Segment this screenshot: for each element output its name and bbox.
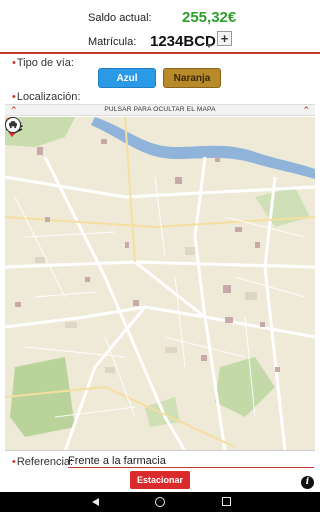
map-view[interactable]	[5, 117, 315, 451]
map-tiles	[5, 117, 315, 450]
back-icon[interactable]	[92, 498, 99, 506]
info-icon[interactable]: i	[301, 476, 314, 489]
dropdown-caret-icon[interactable]	[206, 44, 212, 48]
road-type-blue-button[interactable]: Azul	[98, 68, 156, 88]
reference-label: •Referencia:	[12, 456, 74, 468]
reference-input[interactable]	[68, 454, 314, 468]
plate-label: Matrícula:	[88, 36, 137, 48]
add-plate-button[interactable]: +	[217, 31, 232, 46]
road-type-label: •Tipo de vía:	[12, 57, 74, 69]
car-icon[interactable]	[5, 117, 21, 133]
location-label: •Localización:	[12, 91, 81, 103]
system-navigation-bar	[0, 492, 320, 512]
park-button[interactable]: Estacionar	[130, 471, 190, 489]
balance-value: 255,32€	[182, 9, 237, 26]
hide-map-bar[interactable]: ⌃ PULSAR PARA OCULTAR EL MAPA ⌃	[5, 104, 315, 116]
chevron-up-icon: ⌃	[302, 105, 310, 115]
hide-map-text: PULSAR PARA OCULTAR EL MAPA	[104, 106, 216, 113]
header-divider	[0, 52, 320, 54]
recent-apps-icon[interactable]	[222, 497, 231, 506]
home-icon[interactable]	[155, 497, 165, 507]
header: Saldo actual: 255,32€ Matrícula: 1234BCD…	[0, 0, 320, 52]
balance-label: Saldo actual:	[88, 12, 152, 24]
road-type-orange-button[interactable]: Naranja	[163, 68, 221, 88]
